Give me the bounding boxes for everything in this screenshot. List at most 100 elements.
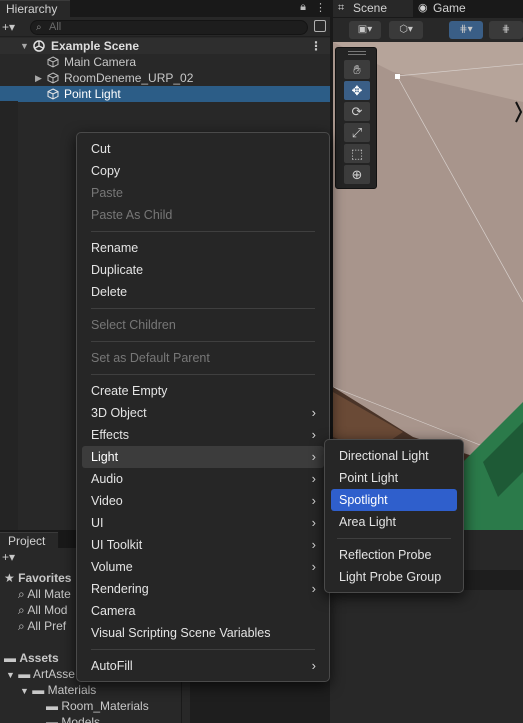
menu-item-autofill[interactable]: AutoFill › (82, 655, 324, 677)
game-tab-label: Game (433, 1, 466, 15)
folder-label: Room_Materials (61, 699, 149, 713)
hierarchy-tab-icons: 🔒︎ ⋮ (300, 1, 326, 14)
menu-label: Effects (91, 428, 129, 442)
tab-project[interactable]: Project (0, 532, 58, 549)
folder-icon: ▬ (46, 715, 58, 723)
move-tool-icon[interactable]: ✥ (344, 81, 370, 100)
drag-handle-icon[interactable] (348, 51, 366, 55)
menu-item-visual-scripting-scene-variables[interactable]: Visual Scripting Scene Variables (82, 622, 324, 644)
menu-label: Reflection Probe (339, 548, 432, 562)
menu-item-rename[interactable]: Rename (82, 237, 324, 259)
menu-item-cut[interactable]: Cut (82, 138, 324, 160)
menu-separator (91, 308, 315, 309)
project-tab-label: Project (8, 534, 46, 548)
transform-tool-icon[interactable]: ⊕ (344, 165, 370, 184)
prefab-cube-icon (47, 72, 59, 84)
menu-item-point-light[interactable]: Point Light (331, 467, 457, 489)
menu-label: Audio (91, 472, 123, 486)
add-dropdown-button[interactable]: +▾ (2, 20, 15, 34)
menu-item-spotlight[interactable]: Spotlight (331, 489, 457, 511)
folder-row[interactable]: ▬ Models (46, 714, 100, 723)
favorite-item[interactable]: ⌕ All Pref (18, 618, 66, 634)
menu-label: Area Light (339, 515, 396, 529)
menu-label: Duplicate (91, 263, 144, 277)
expand-arrow-icon[interactable]: ▼ (6, 670, 15, 680)
rect-tool-icon[interactable]: ⬚ (344, 144, 370, 163)
menu-label: Directional Light (339, 449, 429, 463)
expand-arrow-icon[interactable]: ▼ (20, 686, 29, 696)
hierarchy-item-room[interactable]: ▶ RoomDeneme_URP_02 (0, 70, 330, 86)
lock-icon[interactable]: 🔒︎ (300, 1, 306, 14)
grid-snapping-toggle[interactable]: ⋕▾ (449, 21, 483, 39)
more-options-icon[interactable]: ⋮ (315, 1, 326, 14)
hierarchy-item-point-light[interactable]: Point Light (0, 86, 330, 102)
menu-item-select-children: Select Children (82, 314, 324, 336)
gameobject-cube-icon (47, 56, 59, 68)
menu-item-directional-light[interactable]: Directional Light (331, 445, 457, 467)
menu-item-video[interactable]: Video › (82, 490, 324, 512)
menu-item-audio[interactable]: Audio › (82, 468, 324, 490)
search-icon: ⌕ (18, 603, 25, 617)
scale-tool-icon[interactable]: ⤢ (344, 123, 370, 142)
menu-item-effects[interactable]: Effects › (82, 424, 324, 446)
menu-item-copy[interactable]: Copy (82, 160, 324, 182)
menu-item-ui-toolkit[interactable]: UI Toolkit › (82, 534, 324, 556)
expand-arrow-icon[interactable]: ▼ (20, 38, 29, 54)
submenu-arrow-icon: › (311, 515, 316, 530)
folder-icon: ▬ (18, 667, 31, 681)
menu-item-reflection-probe[interactable]: Reflection Probe (331, 544, 457, 566)
rotate-tool-icon[interactable]: ⟳ (344, 102, 370, 121)
favorite-item[interactable]: ⌕ All Mate (18, 586, 71, 602)
scene-row[interactable]: ▼ Example Scene ⋮ (0, 38, 330, 54)
menu-label: Video (91, 494, 123, 508)
tab-game[interactable]: ◉ Game (413, 0, 493, 17)
menu-item-volume[interactable]: Volume › (82, 556, 324, 578)
menu-item-create-empty[interactable]: Create Empty (82, 380, 324, 402)
menu-item-light-probe-group[interactable]: Light Probe Group (331, 566, 457, 588)
draw-mode-dropdown[interactable]: ▣▾ (349, 21, 381, 39)
folder-row[interactable]: ▼ ▬ ArtAsse (6, 666, 75, 682)
menu-separator (91, 341, 315, 342)
submenu-arrow-icon: › (311, 559, 316, 574)
menu-item-ui[interactable]: UI › (82, 512, 324, 534)
menu-label: 3D Object (91, 406, 147, 420)
shading-dropdown[interactable]: ⬡▾ (389, 21, 423, 39)
folder-icon: ▬ (46, 699, 58, 713)
menu-item-duplicate[interactable]: Duplicate (82, 259, 324, 281)
menu-label: UI Toolkit (91, 538, 143, 552)
hierarchy-item-label: RoomDeneme_URP_02 (64, 71, 194, 85)
scene-tab-label: Scene (353, 1, 388, 15)
folder-label: Materials (47, 683, 97, 697)
hierarchy-item-main-camera[interactable]: Main Camera (0, 54, 330, 70)
hand-tool-icon[interactable]: ✋︎ (344, 60, 370, 79)
menu-item-rendering[interactable]: Rendering › (82, 578, 324, 600)
menu-item-light[interactable]: Light › (82, 446, 324, 468)
menu-label: Visual Scripting Scene Variables (91, 626, 271, 640)
collapsed-arrow-icon[interactable]: ▶ (35, 70, 42, 86)
menu-item-camera[interactable]: Camera (82, 600, 324, 622)
hierarchy-tabbar: Hierarchy 🔒︎ ⋮ (0, 0, 330, 17)
snap-increment-dropdown[interactable]: ⋕ (489, 21, 523, 39)
tab-scene[interactable]: ⌗ Scene (333, 0, 413, 17)
search-icon: ⌕ (18, 587, 25, 601)
menu-item-area-light[interactable]: Area Light (331, 511, 457, 533)
hierarchy-search-input[interactable]: ⌕ All (30, 20, 308, 35)
favorites-row[interactable]: ★ Favorites (4, 570, 71, 586)
folder-row[interactable]: ▼ ▬ Materials (20, 682, 96, 698)
scene-menu-icon[interactable]: ⋮ (310, 38, 322, 54)
scene-tabbar: ⌗ Scene ◉ Game (333, 0, 523, 17)
hierarchy-toolbar: +▾ ⌕ All (0, 18, 330, 37)
favorite-item[interactable]: ⌕ All Mod (18, 602, 67, 618)
transform-tools: ✋︎ ✥ ⟳ ⤢ ⬚ ⊕ (335, 47, 377, 189)
menu-separator (91, 374, 315, 375)
search-options-icon[interactable] (314, 20, 326, 32)
assets-label: Assets (19, 651, 59, 665)
menu-item-3d-object[interactable]: 3D Object › (82, 402, 324, 424)
submenu-arrow-icon: › (311, 427, 316, 442)
tab-hierarchy[interactable]: Hierarchy (0, 0, 70, 17)
folder-row[interactable]: ▬ Room_Materials (46, 698, 149, 714)
project-add-button[interactable]: +▾ (2, 550, 15, 564)
menu-item-delete[interactable]: Delete (82, 281, 324, 303)
menu-label: Copy (91, 164, 121, 178)
assets-row[interactable]: ▬ Assets (4, 650, 59, 666)
